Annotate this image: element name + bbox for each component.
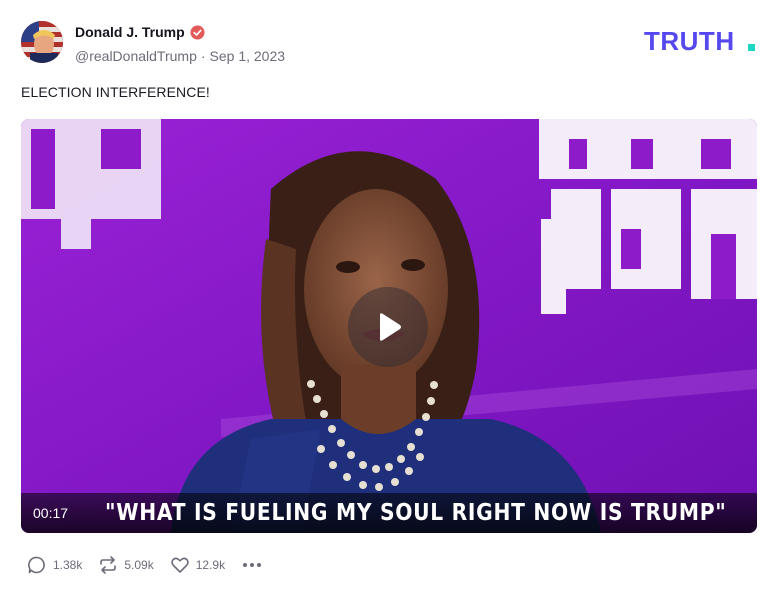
video-caption: "WHAT IS FUELING MY SOUL RIGHT NOW IS TR… — [105, 500, 727, 526]
avatar[interactable] — [21, 21, 63, 63]
logo-text: TRUTH — [644, 29, 735, 53]
repost-button[interactable]: 5.09k — [98, 555, 154, 575]
post-actions: 1.38k 5.09k 12.9k — [27, 555, 262, 575]
play-button[interactable] — [348, 287, 428, 367]
like-count: 12.9k — [195, 558, 226, 572]
avatar-image — [21, 21, 63, 63]
reply-count: 1.38k — [53, 558, 83, 572]
post-date[interactable]: Sep 1, 2023 — [210, 48, 286, 64]
like-button[interactable]: 12.9k — [170, 555, 225, 575]
post-text: ELECTION INTERFERENCE! — [21, 84, 210, 100]
repost-count: 5.09k — [124, 558, 154, 572]
video-player[interactable]: 00:17 "WHAT IS FUELING MY SOUL RIGHT NOW… — [21, 119, 757, 533]
reply-button[interactable]: 1.38k — [27, 555, 82, 575]
author-name[interactable]: Donald J. Trump — [75, 24, 185, 40]
video-duration: 00:17 — [33, 505, 69, 521]
repost-icon — [100, 556, 117, 574]
truth-logo[interactable]: TRUTH — [644, 29, 757, 53]
like-icon — [170, 557, 189, 573]
verified-icon — [190, 24, 205, 40]
meta-separator: · — [200, 48, 206, 64]
caption-bar: 00:17 "WHAT IS FUELING MY SOUL RIGHT NOW… — [21, 493, 757, 533]
post-header: Donald J. Trump @realDonaldTrump · Sep 1… — [21, 21, 757, 65]
more-icon[interactable] — [243, 563, 262, 567]
author-handle[interactable]: @realDonaldTrump — [75, 48, 197, 64]
play-icon — [380, 313, 401, 341]
reply-icon — [28, 556, 45, 574]
logo-dot — [748, 44, 755, 51]
